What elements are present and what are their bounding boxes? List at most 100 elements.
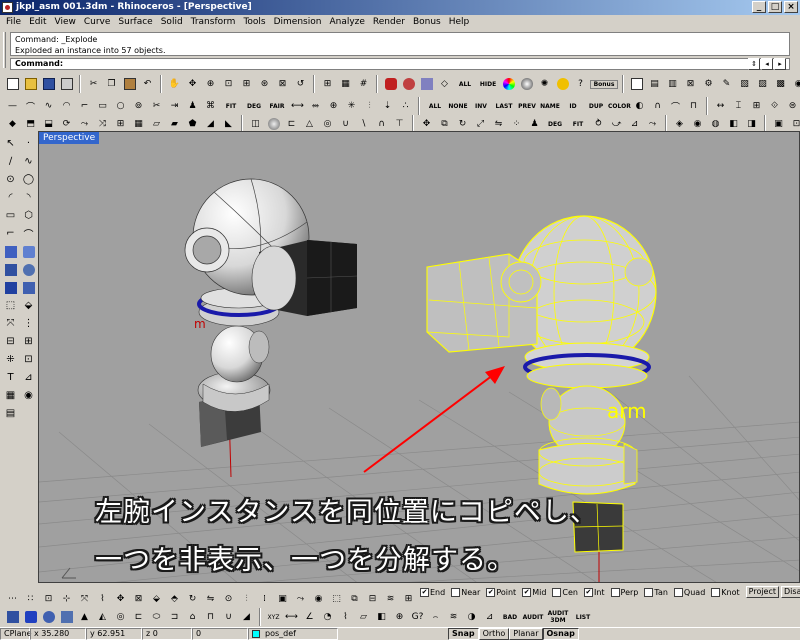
menu-dimension[interactable]: Dimension xyxy=(270,17,326,27)
extrude-icon[interactable]: ⬒ xyxy=(22,116,39,133)
blend-srf-icon[interactable]: ⬟ xyxy=(184,116,201,133)
zebra-icon[interactable]: ≋ xyxy=(445,609,462,626)
match-icon[interactable]: ⟷ xyxy=(289,98,306,115)
osnap-knot[interactable]: Knot xyxy=(711,587,740,597)
align-icon[interactable]: ⫶ xyxy=(238,591,255,608)
maximize-button[interactable]: □ xyxy=(768,1,782,13)
osnap-toggle[interactable]: Osnap xyxy=(542,628,579,640)
points-icon[interactable]: ∴ xyxy=(397,98,414,115)
offset-icon[interactable]: ⊚ xyxy=(130,98,147,115)
show-all-button[interactable]: ALL xyxy=(454,81,476,88)
select-all-button[interactable]: ALL xyxy=(424,103,446,110)
close-button[interactable]: × xyxy=(784,1,798,13)
fillet-tool-icon[interactable]: ⌐ xyxy=(2,225,19,242)
wireframe-icon[interactable]: ◇ xyxy=(436,76,453,93)
solid2-tool-icon[interactable] xyxy=(20,261,37,278)
twist-icon[interactable]: ⥁ xyxy=(590,116,607,133)
dim-icon[interactable]: ↔ xyxy=(712,98,729,115)
rect-tool-icon[interactable]: ▭ xyxy=(2,207,19,224)
audit-3dm-button[interactable]: AUDIT 3DM xyxy=(545,610,571,624)
extend-icon[interactable]: ⇥ xyxy=(166,98,183,115)
mirror-pt-icon[interactable]: ⇋ xyxy=(202,591,219,608)
ellipse-tool-icon[interactable]: ◯ xyxy=(20,171,37,188)
undo-view-icon[interactable]: ↺ xyxy=(292,76,309,93)
curvature-icon[interactable]: ⊜ xyxy=(784,98,800,115)
mesh-tool-icon[interactable] xyxy=(2,279,19,296)
snap-toggle[interactable]: Snap xyxy=(448,628,479,640)
minimize-button[interactable]: _ xyxy=(752,1,766,13)
layer-cone-icon[interactable]: ▲ xyxy=(76,609,93,626)
cage-icon[interactable]: ▣ xyxy=(274,591,291,608)
edge-surface-icon[interactable]: ▰ xyxy=(166,116,183,133)
zoom-window-icon[interactable]: ⊡ xyxy=(220,76,237,93)
surface-corners-icon[interactable]: ◆ xyxy=(4,116,21,133)
command-input[interactable]: Command: xyxy=(10,58,790,70)
offset-srf-icon[interactable]: ◣ xyxy=(220,116,237,133)
osnap-checkbox[interactable] xyxy=(711,587,721,597)
bonus-button[interactable]: Bonus xyxy=(590,79,618,89)
planar-icon[interactable]: ▱ xyxy=(148,116,165,133)
curve-tool-icon[interactable]: ∿ xyxy=(20,153,37,170)
menu-solid[interactable]: Solid xyxy=(157,17,187,27)
line-icon[interactable]: — xyxy=(4,98,21,115)
select-none-button[interactable]: NONE xyxy=(447,103,469,110)
lock-icon[interactable]: ⊠ xyxy=(682,76,699,93)
group-tool-icon[interactable]: ⊡ xyxy=(20,351,37,368)
scale-icon[interactable]: ⤢ xyxy=(472,116,489,133)
perspective-viewport[interactable]: Perspective m arm 左腕インスタンスを同位置にコピペし、 一つを… xyxy=(38,131,800,583)
grid-icon[interactable]: # xyxy=(355,76,372,93)
surface-tool-icon[interactable] xyxy=(2,243,19,260)
invert-selection-button[interactable]: INV xyxy=(470,103,492,110)
render-tool-icon[interactable]: ◉ xyxy=(20,387,37,404)
scroll-updown-button[interactable]: ⇕ xyxy=(748,58,760,70)
mesh-sphere-icon[interactable]: ◉ xyxy=(689,116,706,133)
distribute-icon[interactable]: ⁞ xyxy=(256,591,273,608)
planar-toggle[interactable]: Planar xyxy=(509,628,543,640)
osnap-cen[interactable]: Cen xyxy=(552,587,578,597)
orient-icon[interactable]: ♟ xyxy=(526,116,543,133)
select-color-button[interactable]: COLOR xyxy=(608,103,631,110)
fillet-curve-icon[interactable]: ⌐ xyxy=(76,98,93,115)
deg2-button[interactable]: DEG xyxy=(544,121,566,128)
transform-tool-icon[interactable]: ⬚ xyxy=(2,297,19,314)
osnap-checkbox[interactable] xyxy=(673,587,683,597)
cone-icon[interactable]: △ xyxy=(301,116,318,133)
select-last-button[interactable]: LAST xyxy=(493,103,515,110)
explode-icon[interactable]: ✳ xyxy=(343,98,360,115)
blend-icon[interactable]: ⥈ xyxy=(307,98,324,115)
trim-icon[interactable]: ✂ xyxy=(148,98,165,115)
options-icon[interactable]: ⚙ xyxy=(700,76,717,93)
solid-tool-icon[interactable] xyxy=(2,261,19,278)
handle-icon[interactable]: ⤧ xyxy=(76,591,93,608)
polyline-icon[interactable]: ⌒ xyxy=(22,98,39,115)
list-button[interactable]: LIST xyxy=(572,614,594,621)
layer-bool-icon[interactable]: ∪ xyxy=(220,609,237,626)
snap-pt-icon[interactable]: ⊙ xyxy=(220,591,237,608)
ortho-toggle[interactable]: Ortho xyxy=(478,628,510,640)
world-icon[interactable]: ◉ xyxy=(790,76,800,93)
copy-obj-icon[interactable]: ⧉ xyxy=(436,116,453,133)
open-file-icon[interactable] xyxy=(22,76,39,93)
torus-icon[interactable]: ◎ xyxy=(319,116,336,133)
distance-icon[interactable]: ⟷ xyxy=(283,609,300,626)
osnap-tan[interactable]: Tan xyxy=(644,587,668,597)
curve-edit-icon[interactable]: ⤧ xyxy=(2,315,19,332)
zoom-all-icon[interactable]: ⊠ xyxy=(274,76,291,93)
flow-icon[interactable]: ⤳ xyxy=(644,116,661,133)
help-icon[interactable]: ? xyxy=(572,76,589,93)
layer-cyl-icon[interactable] xyxy=(40,609,57,626)
layer-ellipsoid-icon[interactable]: ⬭ xyxy=(148,609,165,626)
mesh-box-icon[interactable]: ◧ xyxy=(725,116,742,133)
cap-icon[interactable]: ⊤ xyxy=(391,116,408,133)
osnap-mid[interactable]: ✔ Mid xyxy=(522,587,546,597)
current-layer[interactable]: pos_def xyxy=(248,628,338,640)
bad-objects-button[interactable]: BAD xyxy=(499,614,521,621)
circle-icon[interactable]: ○ xyxy=(112,98,129,115)
toolbar-config-icon[interactable]: ▨ xyxy=(754,76,771,93)
split-tool-icon[interactable]: ⊟ xyxy=(2,333,19,350)
loft-icon[interactable]: ⬓ xyxy=(40,116,57,133)
section-icon[interactable]: ⊞ xyxy=(400,591,417,608)
text-tool-icon[interactable]: T xyxy=(2,369,19,386)
block-icon[interactable]: ▣ xyxy=(770,116,787,133)
osnap-near[interactable]: Near xyxy=(451,587,480,597)
